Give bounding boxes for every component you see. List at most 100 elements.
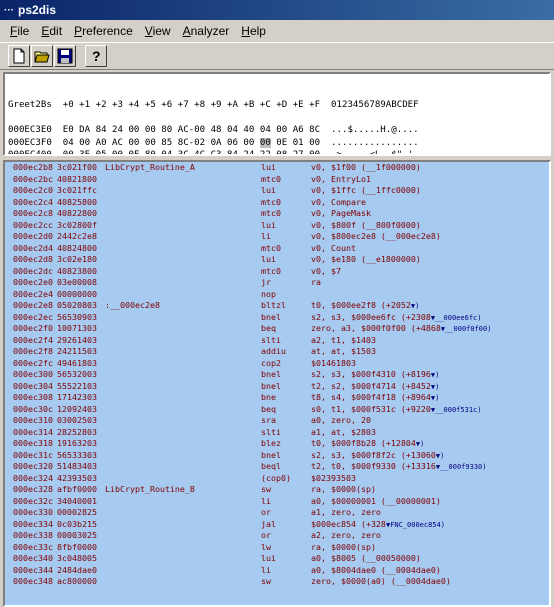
disasm-mnemonic: cop2 [261, 357, 281, 368]
hex-cursor-byte: 00 [259, 137, 271, 148]
hex-row[interactable]: 000EC3E0 E0 DA 84 24 00 00 80 AC-00 48 0… [8, 124, 549, 137]
disasm-row[interactable]: 000ec31c 56533303 bnel s2, s3, $000f8f2c (+… [5, 450, 549, 462]
disasm-operands-text: $000ec854 (+328 [311, 518, 386, 529]
disasm-address: 000ec338 [13, 530, 53, 540]
disasm-opcode-word: 10071303 [57, 323, 97, 333]
disasm-opcode-word: 56532003 [57, 369, 97, 379]
disasm-opcode-word: 12092403 [57, 403, 97, 414]
disasm-row[interactable]: 000ec2bc 40821800 mtc0 v0, EntryLo1 [5, 174, 549, 186]
branch-target-marker: ▼) [435, 451, 445, 460]
disasm-mnemonic: mtc0 [261, 196, 281, 207]
disasm-row[interactable]: 000ec2d0 2442c2e8 li v0, $800ec2e8 (__000ec… [5, 231, 549, 243]
disasm-address: 000ec2c8 [13, 208, 53, 218]
disasm-mnemonic: or [261, 507, 271, 517]
disasm-address: 000ec2e0 [13, 277, 53, 287]
disasm-address: 000ec2fc [13, 357, 53, 368]
disasm-row[interactable]: 000ec344 2484dae0 li a0, $8004dae0 (__0004d… [5, 565, 549, 577]
disasm-operands-text: a1, at, $2803 [311, 426, 376, 437]
disasm-opcode-word: 28252803 [57, 426, 97, 437]
disasm-label: :__000ec2e8 [105, 300, 160, 310]
disasm-opcode-word: 2442c2e8 [57, 231, 97, 241]
branch-target-marker: ▼) [415, 440, 425, 448]
hex-text: ...$.....H.@.... [331, 125, 419, 135]
disasm-mnemonic: lui [261, 185, 276, 195]
disasm-row[interactable]: 000ec2c4 40825800 mtc0 v0, Compare [5, 197, 549, 209]
help-button[interactable]: ? [85, 45, 107, 67]
disasm-address: 000ec2d8 [13, 254, 53, 264]
hex-row[interactable]: 000EC3F0 04 00 A0 AC 00 00 85 8C-02 0A 0… [8, 137, 549, 150]
disasm-row[interactable]: 000ec340 3c048005 lui a0, $8005 (__00050000… [5, 553, 549, 565]
disasm-row[interactable]: 000ec2e8 05020803:__000ec2e8 bltzl t0, $000… [5, 300, 549, 312]
disasm-operands-text: zero, $0000(a0) (__0004dae0) [311, 576, 451, 586]
disasm-opcode-word: 17142303 [57, 392, 97, 402]
disasm-row[interactable]: 000ec308 17142303 bne t8, s4, $000f4f18 (+8… [5, 392, 549, 404]
disasm-row[interactable]: 000ec330 00002825 or a1, zero, zero [5, 507, 549, 519]
disasm-operands-text: a2, t1, $1403 [311, 334, 376, 345]
disasm-row[interactable]: 000ec2c8 40822800 mtc0 v0, PageMask [5, 208, 549, 220]
disasm-opcode-word: 40825800 [57, 196, 97, 207]
hex-text: 000EC3E0 E0 DA 84 24 00 00 80 AC-00 48 0… [8, 125, 332, 135]
disasm-address: 000ec30c [13, 403, 53, 414]
menu-item[interactable]: Edit [35, 21, 68, 41]
hex-view[interactable]: Greet2Bs +0 +1 +2 +3 +4 +5 +6 +7 +8 +9 +… [3, 72, 551, 156]
open-file-button[interactable] [31, 45, 53, 67]
disasm-opcode-word: 40822800 [57, 208, 97, 218]
disasm-opcode-word: 3c02e180 [57, 254, 97, 264]
disasm-address: 000ec340 [13, 553, 53, 563]
disasm-operands-text: a0, $00000001 (__00000001) [311, 495, 441, 506]
disasm-row[interactable]: 000ec2e0 03e00008 jr ra [5, 277, 549, 289]
menu-item[interactable]: Analyzer [177, 21, 236, 41]
disasm-address: 000ec320 [13, 461, 53, 471]
menu-item[interactable]: File [4, 21, 35, 41]
disasm-row[interactable]: 000ec2f8 24211503 addiu at, at, $1503 [5, 346, 549, 358]
hex-row[interactable]: 000EC400 00 3E 05 00 0F 80 04 3C-4C C3 8… [8, 149, 549, 154]
disasm-row[interactable]: 000ec2d4 40824800 mtc0 v0, Count [5, 243, 549, 255]
disasm-row[interactable]: 000ec2ec 56530903 bnel s2, s3, $000ee6fc (+… [5, 312, 549, 324]
disasm-row[interactable]: 000ec2f4 29261403 slti a2, t1, $1403 [5, 335, 549, 347]
disasm-row[interactable]: 000ec2c0 3c021ffc lui v0, $1ffc (__1ffc0000… [5, 185, 549, 197]
hex-text: 000EC3F0 04 00 A0 AC 00 00 85 8C-02 0A 0… [8, 137, 260, 148]
disasm-row[interactable]: 000ec30c 12092403 beq s0, t1, $000f531c (+9… [5, 404, 549, 416]
disasm-operands-text: a2, zero, zero [311, 530, 381, 540]
disasm-mnemonic: blez [261, 438, 281, 448]
disasm-row[interactable]: 000ec2d8 3c02e180 lui v0, $e180 (__e1800000… [5, 254, 549, 266]
disasm-row[interactable]: 000ec33c 8fbf0000 lw ra, $0000(sp) [5, 542, 549, 554]
disasm-operands-text: v0, Count [311, 242, 356, 253]
disassembly-view[interactable]: 000ec2b8 3c021f00 LibCrypt_Routine_A lui v0,… [3, 160, 551, 607]
disasm-row[interactable]: 000ec314 28252803 slti a1, at, $2803 [5, 427, 549, 439]
disasm-address: 000ec2cc [13, 219, 53, 230]
menu-item[interactable]: View [139, 21, 177, 41]
disasm-row[interactable]: 000ec310 03002503 sra a0, zero, 20 [5, 415, 549, 427]
disasm-operands-text: t0, $000ee2f8 (+2052 [311, 300, 411, 310]
save-button[interactable] [54, 45, 76, 67]
disasm-row[interactable]: 000ec32c 34040001 li a0, $00000001 (__00000… [5, 496, 549, 508]
disasm-address: 000ec31c [13, 449, 53, 460]
disasm-row[interactable]: 000ec324 42393503 (cop0) $02393503 [5, 473, 549, 485]
disasm-row[interactable]: 000ec2cc 3c02800f lui v0, $800f (__800f0000… [5, 220, 549, 232]
disasm-row[interactable]: 000ec2f0 10071303 beq zero, a3, $000f0f00 (… [5, 323, 549, 335]
disasm-row[interactable]: 000ec2e4 00000000 nop [5, 289, 549, 301]
menu-item[interactable]: Help [235, 21, 272, 41]
disasm-mnemonic: mtc0 [261, 208, 281, 218]
disasm-row[interactable]: 000ec318 19163203 blez t0, $000f8b28 (+1280… [5, 438, 549, 450]
disasm-row[interactable]: 000ec334 0c03b215 jal $000ec854 (+328▼FNC_0… [5, 519, 549, 531]
disasm-operands-text: v0, Compare [311, 196, 366, 207]
disasm-row[interactable]: 000ec320 51483403 beql t2, t0, $000f9330 (+… [5, 461, 549, 473]
disasm-row[interactable]: 000ec300 56532003 bnel s2, s3, $000f4310 (+… [5, 369, 549, 381]
disasm-row[interactable]: 000ec328 afbf0000 LibCrypt_Routine_B sw ra, … [5, 484, 549, 496]
disasm-row[interactable]: 000ec348 ac800000 sw zero, $0000(a0) (__000… [5, 576, 549, 588]
open-folder-icon [34, 51, 50, 63]
branch-target-marker: ▼) [430, 394, 440, 402]
disasm-address: 000ec304 [13, 380, 53, 391]
disasm-row[interactable]: 000ec2dc 40823800 mtc0 v0, $7 [5, 266, 549, 278]
disasm-row[interactable]: 000ec304 55522103 bnel t2, s2, $000f4714 (+… [5, 381, 549, 393]
disasm-row[interactable]: 000ec2b8 3c021f00 LibCrypt_Routine_A lui v0,… [5, 162, 549, 174]
disasm-row[interactable]: 000ec338 00003025 or a2, zero, zero [5, 530, 549, 542]
menu-item[interactable]: Preference [68, 21, 139, 41]
disasm-opcode-word: 00000000 [57, 288, 97, 299]
new-file-button[interactable] [8, 45, 30, 67]
disasm-mnemonic: li [261, 231, 271, 241]
menu-label: dit [49, 24, 63, 38]
disasm-row[interactable]: 000ec2fc 49461803 cop2 $01461803 [5, 358, 549, 370]
window-system-icon[interactable]: ··· [4, 5, 16, 16]
